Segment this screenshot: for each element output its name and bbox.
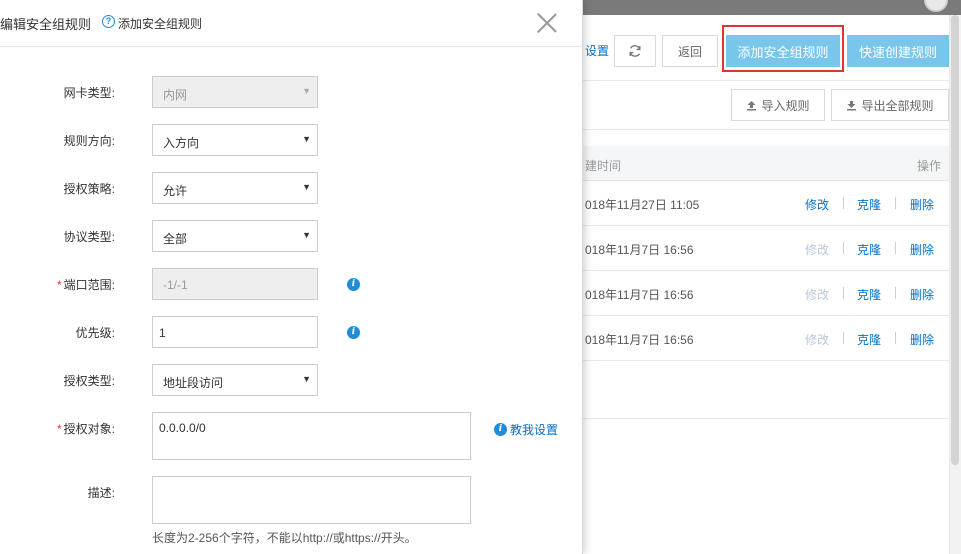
auth-object-value: 0.0.0.0/0 <box>159 421 206 435</box>
edit-link[interactable]: 修改 <box>805 196 829 213</box>
row-created-time: 018年11月7日 16:56 <box>585 243 694 257</box>
add-security-rule-button[interactable]: 添加安全组规则 <box>726 35 840 67</box>
divider <box>583 129 949 130</box>
edit-security-rule-dialog: 编辑安全组规则 ? 添加安全组规则 网卡类型: 内网 ▼ 规则方向: 入方向 ▼… <box>0 0 583 554</box>
upload-icon <box>747 100 757 110</box>
dialog-title: 编辑安全组规则 <box>0 17 92 32</box>
chevron-down-icon: ▼ <box>302 182 311 192</box>
table-header <box>583 146 949 181</box>
clone-link[interactable]: 克隆 <box>857 331 881 348</box>
refresh-button[interactable] <box>614 35 656 67</box>
back-button[interactable]: 返回 <box>662 35 718 67</box>
auth-object-textarea[interactable]: 0.0.0.0/0 <box>152 412 471 460</box>
row-created-time: 018年11月7日 16:56 <box>585 288 694 302</box>
delete-link[interactable]: 删除 <box>910 241 934 258</box>
teach-me-link[interactable]: i 教我设置 <box>494 421 558 438</box>
teach-me-label: 教我设置 <box>510 423 559 437</box>
export-all-rules-button[interactable]: 导出全部规则 <box>831 89 949 121</box>
policy-label: 授权策略: <box>63 182 115 196</box>
row-created-time: 018年11月7日 16:56 <box>585 333 694 347</box>
description-textarea[interactable] <box>152 476 471 524</box>
required-mark: * <box>56 422 62 436</box>
info-icon[interactable]: i <box>347 326 360 339</box>
nic-type-value: 内网 <box>163 88 188 102</box>
auth-object-label: * 授权对象: <box>0 420 115 437</box>
clone-link[interactable]: 克隆 <box>857 241 881 258</box>
table-row: 018年11月27日 11:05 修改 克隆 删除 <box>583 181 949 226</box>
settings-link[interactable]: 设置 <box>585 42 609 59</box>
policy-value: 允许 <box>163 184 188 198</box>
delete-link[interactable]: 删除 <box>910 286 934 303</box>
edit-link: 修改 <box>805 243 830 257</box>
separator <box>895 197 896 209</box>
direction-select[interactable]: 入方向 ▼ <box>152 124 318 156</box>
protocol-value: 全部 <box>163 232 188 246</box>
separator <box>895 242 896 254</box>
column-header-created-time: 建时间 <box>585 159 622 173</box>
description-hint: 长度为2-256个字符，不能以http://或https://开头。 <box>152 531 417 545</box>
delete-link[interactable]: 删除 <box>910 196 934 213</box>
close-icon[interactable] <box>536 12 558 34</box>
port-range-input: -1/-1 <box>152 268 318 300</box>
direction-label: 规则方向: <box>63 134 115 148</box>
table-row: 018年11月7日 16:56 修改 克隆 删除 <box>583 316 949 361</box>
edit-link: 修改 <box>805 288 830 302</box>
auth-type-label: 授权类型: <box>63 374 115 388</box>
separator <box>895 332 896 344</box>
policy-select[interactable]: 允许 ▼ <box>152 172 318 204</box>
divider <box>583 418 949 419</box>
port-range-label: * 端口范围: <box>0 276 115 293</box>
export-all-rules-label: 导出全部规则 <box>861 98 934 113</box>
separator <box>843 197 844 209</box>
separator <box>895 287 896 299</box>
protocol-select[interactable]: 全部 ▼ <box>152 220 318 252</box>
table-row: 018年11月7日 16:56 修改 克隆 删除 <box>583 271 949 316</box>
priority-label: 优先级: <box>75 326 115 340</box>
divider <box>583 80 949 81</box>
chevron-down-icon: ▼ <box>302 230 311 240</box>
import-rules-label: 导入规则 <box>761 98 810 113</box>
direction-value: 入方向 <box>163 136 200 150</box>
dialog-header: 编辑安全组规则 ? 添加安全组规则 <box>0 0 583 47</box>
edit-link: 修改 <box>805 333 830 347</box>
priority-value: 1 <box>159 326 166 340</box>
column-header-ops: 操作 <box>917 159 942 173</box>
row-created-time: 018年11月27日 11:05 <box>585 198 700 212</box>
separator <box>843 242 844 254</box>
description-label: 描述: <box>87 486 115 500</box>
info-icon: i <box>494 423 507 436</box>
dialog-subtitle-link[interactable]: 添加安全组规则 <box>118 15 202 32</box>
separator <box>843 287 844 299</box>
quick-create-rule-button[interactable]: 快速创建规则 <box>847 35 949 67</box>
delete-link[interactable]: 删除 <box>910 331 934 348</box>
download-icon <box>847 100 857 110</box>
import-rules-button[interactable]: 导入规则 <box>731 89 825 121</box>
protocol-label: 协议类型: <box>63 230 115 244</box>
table-row: 018年11月7日 16:56 修改 克隆 删除 <box>583 226 949 271</box>
port-range-label-text: 端口范围: <box>63 278 115 292</box>
auth-type-select[interactable]: 地址段访问 ▼ <box>152 364 318 396</box>
required-mark: * <box>56 278 62 292</box>
info-icon[interactable]: i <box>347 278 360 291</box>
auth-object-label-text: 授权对象: <box>63 422 115 436</box>
nic-type-select: 内网 ▼ <box>152 76 318 108</box>
priority-input[interactable]: 1 <box>152 316 318 348</box>
port-range-value: -1/-1 <box>163 278 188 292</box>
scrollbar-thumb[interactable] <box>951 15 959 465</box>
auth-type-value: 地址段访问 <box>163 376 224 390</box>
clone-link[interactable]: 克隆 <box>857 286 881 303</box>
chevron-down-icon: ▼ <box>302 134 311 144</box>
help-icon[interactable]: ? <box>102 15 115 28</box>
chevron-down-icon: ▼ <box>302 374 311 384</box>
refresh-icon <box>629 45 641 57</box>
clone-link[interactable]: 克隆 <box>857 196 881 213</box>
nic-type-label: 网卡类型: <box>63 86 115 100</box>
chevron-down-icon: ▼ <box>302 86 311 96</box>
separator <box>843 332 844 344</box>
